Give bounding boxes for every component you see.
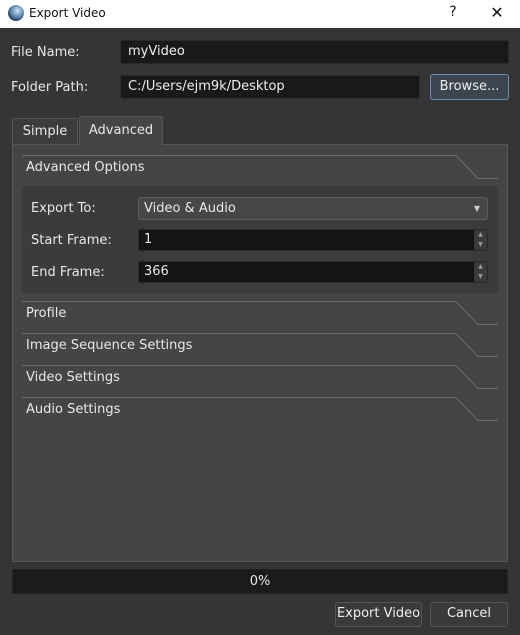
end-frame-value: 366 — [144, 264, 169, 279]
export-to-label: Export To: — [31, 201, 96, 216]
section-audio-settings[interactable]: Audio Settings — [26, 402, 120, 417]
export-to-value: Video & Audio — [144, 201, 236, 216]
export-to-select[interactable]: Video & Audio ▼ — [138, 197, 488, 220]
section-header-lines — [22, 155, 498, 421]
spin-arrows-icon[interactable]: ▲ ▼ — [474, 230, 487, 250]
end-frame-spinbox[interactable]: 366 ▲ ▼ — [138, 261, 488, 283]
start-frame-label: Start Frame: — [31, 233, 112, 248]
export-progress-bar: 0% — [12, 569, 508, 594]
section-video-settings[interactable]: Video Settings — [26, 370, 120, 385]
progress-text: 0% — [249, 574, 271, 589]
section-divider — [22, 301, 498, 325]
tab-advanced[interactable]: Advanced — [79, 116, 163, 145]
end-frame-label: End Frame: — [31, 265, 105, 280]
section-image-sequence-settings[interactable]: Image Sequence Settings — [26, 338, 192, 353]
cancel-button[interactable]: Cancel — [430, 602, 508, 627]
section-advanced-options[interactable]: Advanced Options — [26, 160, 145, 175]
start-frame-value: 1 — [144, 232, 153, 247]
start-frame-spinbox[interactable]: 1 ▲ ▼ — [138, 229, 488, 251]
spin-arrows-icon[interactable]: ▲ ▼ — [474, 262, 487, 282]
export-video-button[interactable]: Export Video — [335, 602, 422, 627]
chevron-down-icon: ▼ — [473, 204, 480, 213]
section-profile[interactable]: Profile — [26, 306, 66, 321]
